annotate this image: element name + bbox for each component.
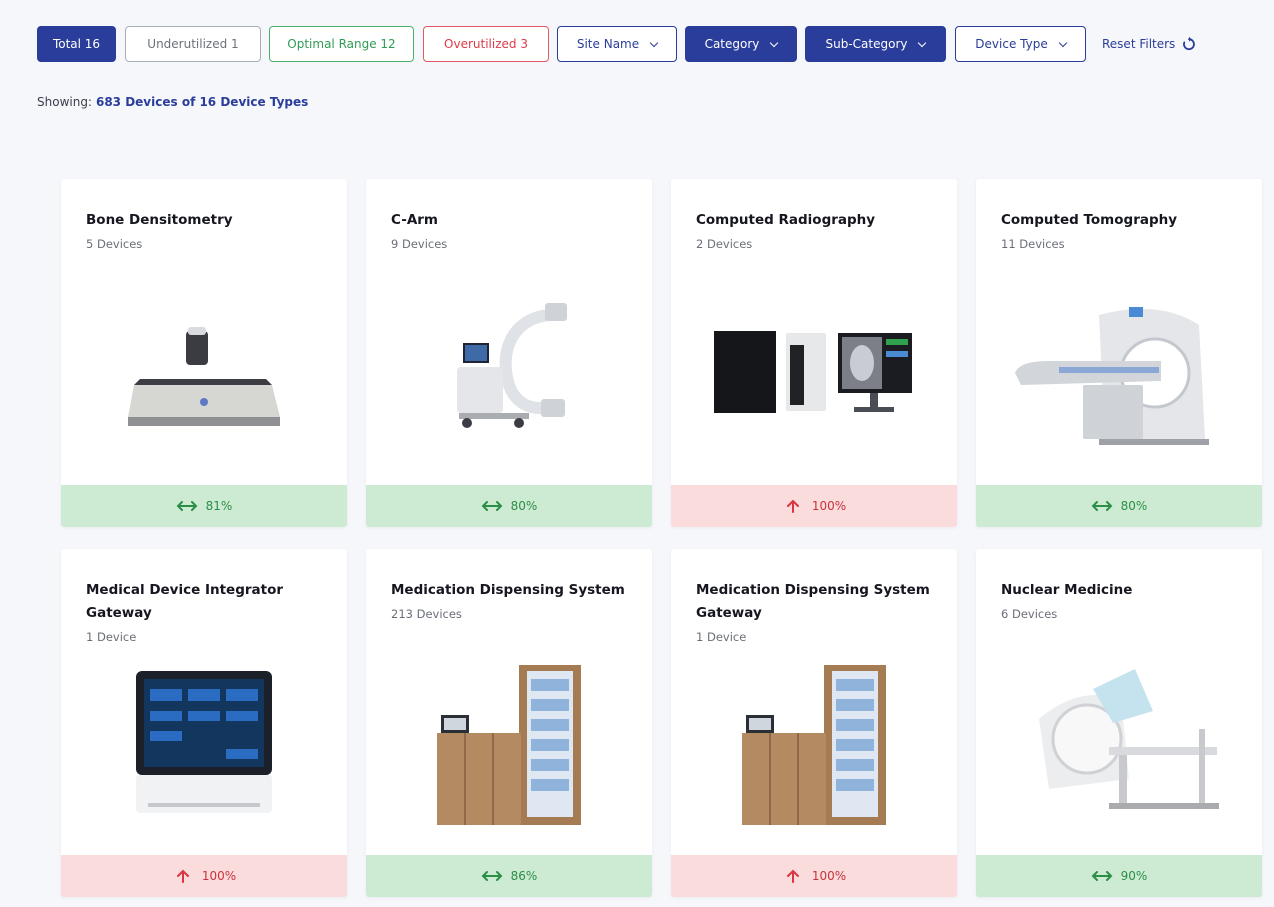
filter-overutilized-button[interactable]: Overutilized 3 xyxy=(423,26,549,62)
gateway-tablet-image xyxy=(81,649,327,839)
site-name-label: Site Name xyxy=(576,37,640,51)
utilization-bar: 100% xyxy=(671,855,957,897)
device-type-label: Device Type xyxy=(975,37,1048,51)
card-title: Computed Tomography xyxy=(1001,212,1178,228)
utilization-bar: 80% xyxy=(366,485,652,527)
card-title-block: Medication Dispensing System Gateway 1 D… xyxy=(696,579,939,645)
filter-total-label: Total 16 xyxy=(52,37,101,51)
sub-category-label: Sub-Category xyxy=(825,37,908,51)
filter-optimal-button[interactable]: Optimal Range 12 xyxy=(269,26,414,62)
reset-filters-button[interactable]: Reset Filters xyxy=(1102,36,1197,52)
device-type-card[interactable]: Bone Densitometry 5 Devices 81% xyxy=(61,179,347,527)
computed-radiography-image xyxy=(691,279,937,469)
card-title-block: Medication Dispensing System 213 Devices xyxy=(391,579,634,622)
filter-underutilized-label: Underutilized 1 xyxy=(147,37,239,51)
utilization-value: 90% xyxy=(1120,869,1148,883)
device-type-card[interactable]: Computed Radiography 2 Devices 100% xyxy=(671,179,957,527)
card-title: Bone Densitometry xyxy=(86,212,233,228)
filter-bar: Total 16 Underutilized 1 Optimal Range 1… xyxy=(37,26,1197,62)
chevron-down-icon xyxy=(649,38,659,47)
dispensing-cabinet-image xyxy=(386,649,632,839)
arrow-up-icon xyxy=(176,869,189,883)
card-title: Nuclear Medicine xyxy=(1001,582,1133,598)
device-type-card[interactable]: C-Arm 9 Devices 80% xyxy=(366,179,652,527)
card-title: Medication Dispensing System Gateway xyxy=(696,582,930,621)
utilization-value: 100% xyxy=(811,499,847,513)
card-title-block: C-Arm 9 Devices xyxy=(391,209,634,252)
device-count: 1 Device xyxy=(86,630,137,644)
filter-total-button[interactable]: Total 16 xyxy=(37,26,116,62)
arrows-horizontal-icon xyxy=(1091,871,1113,881)
chevron-down-icon xyxy=(918,38,927,47)
dispensing-cabinet-image xyxy=(691,649,937,839)
device-count: 11 Devices xyxy=(1001,237,1065,251)
device-count: 6 Devices xyxy=(1001,607,1058,621)
nuclear-medicine-image xyxy=(996,649,1242,839)
filter-underutilized-button[interactable]: Underutilized 1 xyxy=(125,26,261,62)
site-name-dropdown[interactable]: Site Name xyxy=(557,26,677,62)
card-title: Computed Radiography xyxy=(696,212,876,228)
bone-densitometer-image xyxy=(81,279,327,469)
utilization-bar: 81% xyxy=(61,485,347,527)
category-dropdown[interactable]: Category xyxy=(685,26,797,62)
card-title-block: Computed Radiography 2 Devices xyxy=(696,209,939,252)
device-count: 5 Devices xyxy=(86,237,143,251)
filter-optimal-label: Optimal Range 12 xyxy=(287,37,396,51)
card-title-block: Computed Tomography 11 Devices xyxy=(1001,209,1244,252)
device-count: 213 Devices xyxy=(391,607,462,621)
utilization-bar: 100% xyxy=(671,485,957,527)
category-label: Category xyxy=(704,37,760,51)
filter-overutilized-label: Overutilized 3 xyxy=(444,37,528,51)
device-type-card[interactable]: Medication Dispensing System Gateway 1 D… xyxy=(671,549,957,897)
summary-label: Showing: xyxy=(37,95,92,109)
device-count: 1 Device xyxy=(696,630,747,644)
sub-category-dropdown[interactable]: Sub-Category xyxy=(805,26,946,62)
chevron-down-icon xyxy=(1058,38,1067,47)
c-arm-image xyxy=(386,279,632,469)
card-title: C-Arm xyxy=(391,212,438,228)
reset-icon xyxy=(1183,36,1196,51)
arrows-horizontal-icon xyxy=(1091,501,1113,511)
device-type-card[interactable]: Computed Tomography 11 Devices 80% xyxy=(976,179,1262,527)
utilization-bar: 86% xyxy=(366,855,652,897)
utilization-value: 80% xyxy=(510,499,538,513)
arrows-horizontal-icon xyxy=(176,501,198,511)
device-type-grid: Bone Densitometry 5 Devices 81% C-Arm 9 … xyxy=(61,179,1262,897)
device-count: 9 Devices xyxy=(391,237,448,251)
arrow-up-icon xyxy=(786,869,799,883)
arrows-horizontal-icon xyxy=(481,871,503,881)
utilization-value: 81% xyxy=(205,499,233,513)
utilization-value: 86% xyxy=(510,869,538,883)
card-title-block: Nuclear Medicine 6 Devices xyxy=(1001,579,1244,622)
card-title-block: Bone Densitometry 5 Devices xyxy=(86,209,329,252)
device-type-card[interactable]: Medication Dispensing System 213 Devices… xyxy=(366,549,652,897)
arrows-horizontal-icon xyxy=(481,501,503,511)
device-type-card[interactable]: Medical Device Integrator Gateway 1 Devi… xyxy=(61,549,347,897)
chevron-down-icon xyxy=(770,38,779,47)
device-count: 2 Devices xyxy=(696,237,753,251)
summary-value: 683 Devices of 16 Device Types xyxy=(95,95,309,109)
utilization-bar: 100% xyxy=(61,855,347,897)
card-title-block: Medical Device Integrator Gateway 1 Devi… xyxy=(86,579,329,645)
utilization-value: 80% xyxy=(1120,499,1148,513)
utilization-bar: 80% xyxy=(976,485,1262,527)
ct-scanner-image xyxy=(996,279,1242,469)
utilization-bar: 90% xyxy=(976,855,1262,897)
device-type-card[interactable]: Nuclear Medicine 6 Devices 90% xyxy=(976,549,1262,897)
reset-filters-label: Reset Filters xyxy=(1102,37,1176,51)
card-title: Medical Device Integrator Gateway xyxy=(86,582,284,621)
utilization-value: 100% xyxy=(811,869,847,883)
device-type-dropdown[interactable]: Device Type xyxy=(955,26,1086,62)
utilization-value: 100% xyxy=(201,869,237,883)
device-summary: Showing: 683 Devices of 16 Device Types xyxy=(37,95,308,109)
card-title: Medication Dispensing System xyxy=(391,582,625,598)
arrow-up-icon xyxy=(786,499,799,513)
